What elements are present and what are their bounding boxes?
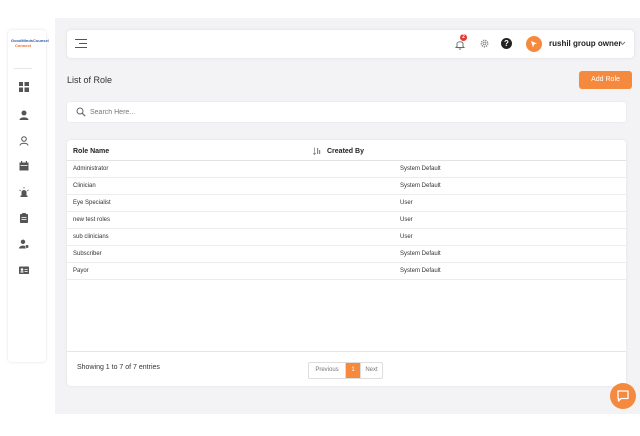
role-name-cell: Administrator (73, 166, 109, 172)
sidebar-item-roles[interactable] (19, 265, 29, 275)
table-row[interactable]: new test roles User (67, 212, 626, 229)
role-name-cell: Payor (73, 268, 89, 274)
created-by-cell: System Default (400, 251, 441, 257)
sidebar-divider (14, 68, 32, 69)
roles-table: Role Name Created By Administrator Syste… (67, 140, 626, 386)
id-card-icon (19, 266, 29, 274)
created-by-cell: User (400, 234, 413, 240)
user-outline-icon (19, 136, 29, 146)
user-icon (19, 110, 29, 120)
previous-page-button[interactable]: Previous (309, 363, 346, 378)
entries-summary: Showing 1 to 7 of 7 entries (77, 364, 160, 371)
sidebar-item-reports[interactable] (19, 213, 29, 223)
search-bar (67, 102, 626, 122)
user-name[interactable]: rushil group owner (549, 39, 621, 48)
chat-icon (617, 390, 629, 402)
notification-badge: 2 (460, 34, 467, 41)
created-by-cell: User (400, 200, 413, 206)
column-header-role-name[interactable]: Role Name (73, 148, 109, 155)
column-header-created-by[interactable]: Created By (327, 148, 364, 155)
role-name-cell: Subscriber (73, 251, 102, 257)
chat-button[interactable] (610, 383, 636, 409)
siren-icon (19, 187, 29, 197)
table-row[interactable]: Administrator System Default (67, 161, 626, 178)
created-by-cell: System Default (400, 268, 441, 274)
pagination: Previous 1 Next (308, 362, 383, 379)
sidebar-item-dashboard[interactable] (19, 82, 29, 92)
app-logo[interactable]: GoodMindsCounsel Connect (11, 38, 49, 52)
search-input[interactable] (90, 105, 610, 119)
sidebar-item-settings[interactable] (19, 239, 29, 249)
gear-icon[interactable] (479, 38, 490, 49)
sort-icon[interactable] (313, 147, 321, 155)
role-name-cell: sub clinicians (73, 234, 109, 240)
menu-toggle-icon[interactable] (75, 38, 87, 48)
role-name-cell: Eye Specialist (73, 200, 111, 206)
grid-icon (19, 82, 29, 92)
table-row[interactable]: Subscriber System Default (67, 246, 626, 263)
top-header: 2 ? rushil group owner (67, 30, 634, 58)
sidebar-item-users[interactable] (19, 110, 29, 120)
page-1-button[interactable]: 1 (346, 363, 360, 378)
created-by-cell: System Default (400, 166, 441, 172)
avatar[interactable] (526, 36, 542, 52)
role-name-cell: new test roles (73, 217, 111, 223)
table-row[interactable]: sub clinicians User (67, 229, 626, 246)
page-title: List of Role (67, 75, 113, 85)
app-root: GoodMindsCounsel Connect 2 ? rushil grou… (0, 0, 640, 436)
table-header: Role Name Created By (67, 140, 626, 161)
created-by-cell: System Default (400, 183, 441, 189)
table-row[interactable]: Clinician System Default (67, 178, 626, 195)
clipboard-icon (20, 213, 28, 223)
add-role-button[interactable]: Add Role (579, 71, 632, 89)
user-gear-icon (19, 239, 29, 249)
table-footer-divider (67, 351, 626, 352)
table-row[interactable]: Eye Specialist User (67, 195, 626, 212)
calendar-icon (19, 161, 29, 171)
search-icon (76, 107, 86, 117)
help-icon[interactable]: ? (501, 38, 512, 49)
sidebar-item-calendar[interactable] (19, 161, 29, 171)
table-row[interactable]: Payor System Default (67, 263, 626, 280)
sidebar-item-alerts[interactable] (19, 187, 29, 197)
next-page-button[interactable]: Next (360, 363, 382, 378)
chevron-down-icon[interactable] (619, 40, 626, 46)
sidebar-item-profile[interactable] (19, 136, 29, 146)
cursor-icon (531, 41, 537, 48)
role-name-cell: Clinician (73, 183, 96, 189)
created-by-cell: User (400, 217, 413, 223)
